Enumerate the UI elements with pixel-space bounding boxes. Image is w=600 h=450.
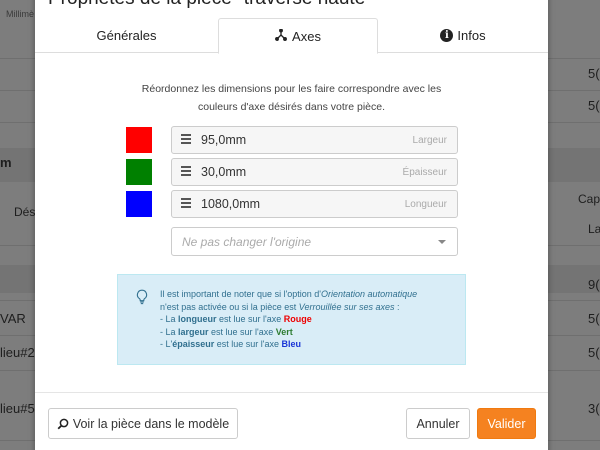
view-in-model-button[interactable]: Voir la pièce dans le modèle — [48, 408, 238, 439]
note-text: - La — [160, 314, 179, 325]
axes-description: Réordonnez les dimensions pour les faire… — [35, 80, 548, 116]
dimension-row-largeur[interactable]: 95,0mm Largeur — [171, 126, 458, 154]
drag-handle-icon[interactable] — [181, 166, 191, 178]
button-label: Voir la pièce dans le modèle — [72, 416, 230, 431]
description-line: couleurs d'axe désirés dans votre pièce. — [197, 101, 386, 113]
drag-handle-icon[interactable] — [181, 134, 191, 146]
bg-row-label: lieu#5 — [0, 401, 35, 416]
description-line: Réordonnez les dimensions pour les faire… — [141, 83, 442, 95]
bg-section-label: m — [0, 155, 12, 170]
modal-title: Propriétés de la pièce "traverse haute" — [48, 0, 372, 10]
info-note-text: Il est important de noter que si l'optio… — [160, 288, 459, 351]
origin-select[interactable]: Ne pas changer l'origine — [171, 227, 458, 256]
bg-row-label: VAR — [0, 311, 26, 326]
note-emphasis: Verrouillée sur ses axes — [298, 301, 395, 312]
note-bold: épaisseur — [172, 339, 215, 350]
bg-value: 5( — [588, 98, 600, 113]
dimension-value: 1080,0mm — [201, 197, 261, 211]
info-circle-icon: i — [440, 29, 454, 42]
dimension-label: Épaisseur — [402, 167, 447, 178]
note-text: est lue sur l'axe — [208, 326, 276, 337]
red-axis-swatch — [126, 127, 152, 153]
modal-footer-divider — [35, 392, 548, 393]
green-axis-swatch — [126, 159, 152, 185]
note-text: est lue sur l'axe — [214, 339, 282, 350]
tab-label: Infos — [457, 28, 486, 43]
axis-name-red: Rouge — [283, 314, 312, 325]
tab-infos[interactable]: i Infos — [378, 18, 548, 53]
note-text: Il est important de noter que si l'optio… — [160, 289, 322, 299]
lightbulb-icon — [135, 289, 149, 305]
search-icon — [57, 418, 69, 430]
bg-row-label: lieu#2 — [0, 345, 35, 360]
info-note: Il est important de noter que si l'optio… — [117, 274, 466, 365]
note-text: - L' — [160, 339, 173, 350]
bg-value: 5( — [588, 345, 600, 360]
blue-axis-swatch — [126, 191, 152, 217]
note-emphasis: Orientation automatique — [321, 289, 418, 299]
dimension-row-epaisseur[interactable]: 30,0mm Épaisseur — [171, 158, 458, 186]
note-text: est lue sur l'axe — [216, 314, 284, 325]
tab-label: Générales — [96, 28, 157, 43]
note-text: : — [394, 301, 400, 312]
dimension-label: Longueur — [404, 199, 447, 210]
bg-value: 5( — [588, 66, 600, 81]
bg-value: 5( — [588, 311, 600, 326]
axis-name-blue: Bleu — [281, 339, 302, 350]
tab-label: Axes — [292, 28, 321, 44]
bg-value: 9( — [588, 277, 600, 292]
dimension-value: 95,0mm — [201, 133, 247, 147]
note-text: - La — [160, 326, 179, 337]
bg-column-header: Millimè — [6, 9, 34, 19]
dimension-label: Largeur — [412, 135, 447, 146]
tab-generales[interactable]: Générales — [35, 18, 218, 53]
button-label: Valider — [487, 416, 526, 431]
bg-label: La — [588, 222, 600, 236]
validate-button[interactable]: Valider — [477, 408, 536, 439]
dimension-row-longueur[interactable]: 1080,0mm Longueur — [171, 190, 458, 218]
bg-value: 3( — [588, 401, 600, 416]
axis-name-green: Vert — [275, 326, 293, 337]
drag-handle-icon[interactable] — [181, 198, 191, 210]
properties-modal — [35, 0, 548, 450]
note-bold: largeur — [178, 326, 209, 337]
note-bold: longueur — [178, 314, 217, 325]
dimension-value: 30,0mm — [201, 165, 247, 179]
cancel-button[interactable]: Annuler — [406, 408, 470, 439]
note-text: n'est pas activée ou si la pièce est — [160, 301, 299, 312]
bg-label: Cap — [578, 192, 600, 206]
caret-down-icon — [438, 240, 446, 244]
button-label: Annuler — [416, 416, 460, 431]
axes-icon — [275, 28, 287, 44]
modal-tabs: Générales Axes i Infos — [35, 18, 548, 54]
tab-axes[interactable]: Axes — [218, 18, 378, 54]
origin-select-placeholder: Ne pas changer l'origine — [182, 235, 312, 249]
